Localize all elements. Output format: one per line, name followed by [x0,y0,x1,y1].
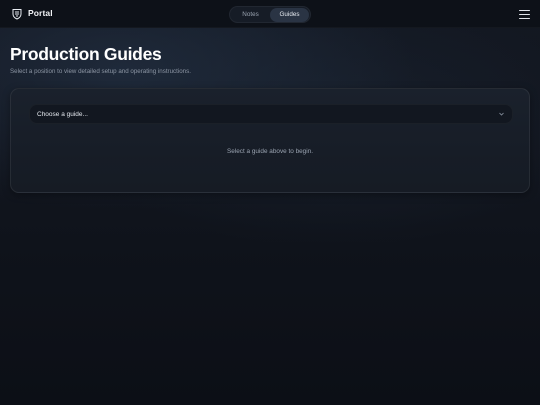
menu-bar-line [519,17,530,19]
page-subtitle: Select a position to view detailed setup… [10,68,191,75]
guide-select[interactable]: Choose a guide... [29,104,513,124]
tab-guides[interactable]: Guides [270,7,309,22]
top-bar: Portal Notes Guides [0,0,540,28]
hamburger-menu-icon[interactable] [519,10,530,19]
page-title: Production Guides [10,44,162,64]
brand[interactable]: Portal [11,7,53,20]
chevron-down-icon [499,112,504,116]
empty-state-hint: Select a guide above to begin. [227,148,313,155]
tab-notes[interactable]: Notes [231,8,270,22]
guide-card: Choose a guide... Select a guide above t… [10,88,530,193]
shield-logo-icon [12,8,22,20]
menu-bar-line [519,10,530,12]
brand-name: Portal [28,8,53,18]
guide-select-value: Choose a guide... [37,111,88,118]
menu-bar-line [519,13,530,16]
nav-switcher: Notes Guides [229,6,311,23]
